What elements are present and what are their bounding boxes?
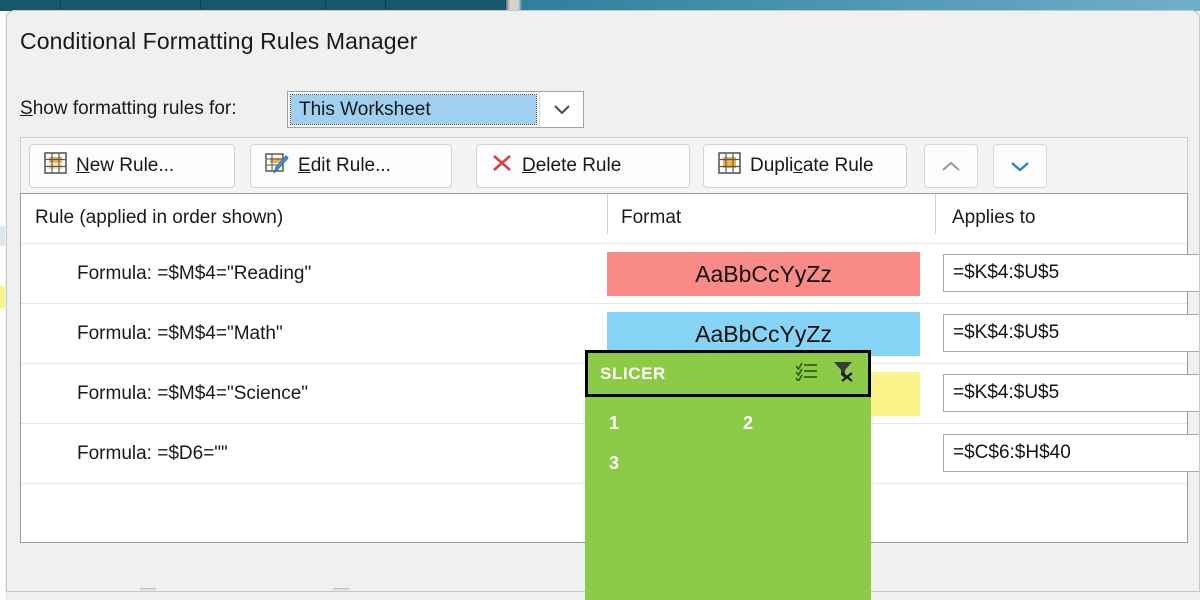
scope-label: Show formatting rules for:: [20, 98, 237, 120]
duplicate-grid-icon: [718, 152, 741, 180]
rule-formula-text: Formula: =$D6="": [77, 443, 228, 464]
slicer-header-icons: [795, 360, 856, 387]
footer-control-hint-1: [140, 588, 156, 591]
move-rule-up-button[interactable]: [924, 144, 978, 188]
new-rule-label: New Rule...: [76, 155, 175, 176]
applies-to-field[interactable]: =$K$4:$U$5: [943, 374, 1199, 412]
edit-rule-label: Edit Rule...: [298, 155, 391, 176]
column-divider-1: [607, 194, 608, 234]
column-divider-2: [935, 194, 936, 234]
applies-to-field[interactable]: =$K$4:$U$5: [943, 314, 1199, 352]
slicer-item[interactable]: 1: [609, 413, 619, 434]
rules-list-header: Rule (applied in order shown) Format App…: [21, 194, 1187, 243]
slicer-object[interactable]: SLICER 1 2 3: [585, 350, 871, 600]
format-preview-swatch[interactable]: AaBbCcYyZz: [607, 252, 920, 296]
chevron-up-icon: [942, 161, 960, 171]
applies-to-field[interactable]: =$C$6:$H$40: [943, 434, 1199, 472]
column-header-format: Format: [621, 207, 682, 228]
duplicate-rule-button[interactable]: Duplicate Rule: [703, 144, 907, 188]
slicer-title: SLICER: [600, 363, 666, 383]
column-header-applies-to: Applies to: [952, 207, 1036, 228]
slicer-item[interactable]: 3: [609, 453, 619, 474]
edit-rule-pencil-icon: [265, 152, 289, 181]
rule-formula-text: Formula: =$M$4="Science": [77, 383, 309, 404]
scope-value-wrap[interactable]: This Worksheet: [288, 92, 539, 127]
duplicate-rule-label: Duplicate Rule: [750, 155, 874, 176]
scope-label-accel: S: [20, 98, 33, 119]
move-rule-down-button[interactable]: [993, 144, 1047, 188]
footer-control-hint-2: [333, 588, 349, 591]
delete-x-icon: [491, 152, 513, 180]
dialog-titlebar: Conditional Formatting Rules Manager: [7, 11, 1199, 71]
rules-toolbar: New Rule... Edit Rule... Delete Rule Dup…: [20, 137, 1188, 193]
slicer-body[interactable]: 1 2 3: [585, 397, 871, 600]
chevron-down-icon: [1011, 161, 1029, 172]
chevron-down-icon[interactable]: [539, 92, 583, 127]
worksheet-left-edge: [0, 11, 5, 600]
scope-combobox[interactable]: This Worksheet: [287, 91, 584, 128]
page-title: Conditional Formatting Rules Manager: [20, 28, 418, 54]
new-rule-button[interactable]: New Rule...: [29, 144, 235, 188]
multi-select-icon[interactable]: [795, 361, 819, 386]
table-row[interactable]: Formula: =$M$4="Reading" AaBbCcYyZz =$K$…: [21, 243, 1199, 303]
new-rule-grid-icon: [44, 152, 67, 180]
scope-label-rest: how formatting rules for:: [32, 98, 237, 119]
applies-to-field[interactable]: =$K$4:$U$5: [943, 254, 1199, 292]
column-header-rule: Rule (applied in order shown): [35, 207, 284, 228]
delete-rule-label: Delete Rule: [522, 155, 622, 176]
scope-selected-value[interactable]: This Worksheet: [290, 94, 537, 125]
rule-formula-text: Formula: =$M$4="Math": [77, 323, 283, 344]
slicer-header[interactable]: SLICER: [585, 350, 871, 397]
slicer-item[interactable]: 2: [743, 413, 753, 434]
delete-rule-button[interactable]: Delete Rule: [476, 144, 690, 188]
edit-rule-button[interactable]: Edit Rule...: [250, 144, 452, 188]
rule-formula-text: Formula: =$M$4="Reading": [77, 263, 312, 284]
clear-filter-funnel-icon[interactable]: [832, 360, 856, 387]
